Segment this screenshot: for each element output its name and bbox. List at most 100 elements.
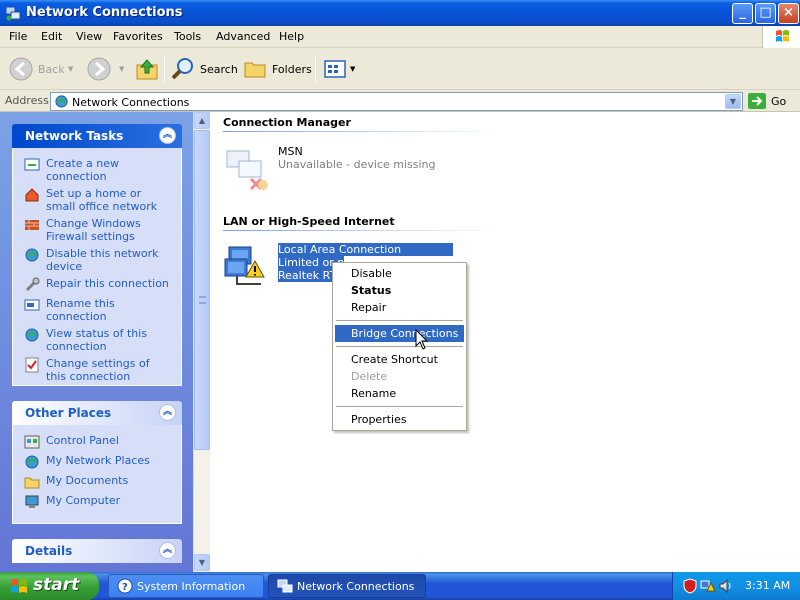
expand-icon[interactable]: ︽ (159, 542, 176, 559)
address-value: Network Connections (72, 96, 190, 109)
search-button[interactable]: Search (170, 54, 238, 84)
place-network-places[interactable]: My Network Places (24, 454, 173, 470)
msn-connection-icon (226, 150, 268, 191)
folders-button[interactable]: Folders (242, 54, 312, 84)
msn-status: Unavailable - device missing (278, 158, 436, 171)
menu-file[interactable]: File (9, 30, 27, 43)
settings-icon (25, 357, 39, 373)
task-view-status[interactable]: View status of this connection (24, 327, 173, 353)
connections-view: Connection Manager MSN Unavailable - dev… (210, 112, 800, 572)
up-folder-button[interactable] (134, 54, 164, 84)
forward-button[interactable] (86, 54, 116, 84)
details-header[interactable]: Details ︽ (12, 539, 182, 563)
network-tasks-header[interactable]: Network Tasks ︽ (12, 124, 182, 148)
lan-device: Realtek RT (278, 269, 337, 282)
menu-separator (336, 320, 463, 321)
volume-icon[interactable] (718, 578, 734, 594)
forward-arrow-icon (87, 57, 111, 81)
minimize-button[interactable]: _ (732, 3, 753, 24)
other-places-title: Other Places (25, 406, 112, 420)
back-dropdown-icon[interactable]: ▼ (68, 65, 73, 73)
menu-favorites[interactable]: Favorites (113, 30, 163, 43)
go-arrow-icon (748, 93, 766, 109)
menu-item-create-shortcut[interactable]: Create Shortcut (335, 351, 464, 368)
collapse-icon[interactable]: ︽ (159, 404, 176, 421)
start-label: start (33, 575, 80, 595)
menu-edit[interactable]: Edit (41, 30, 62, 43)
security-shield-icon[interactable] (682, 578, 698, 594)
control-panel-icon (24, 435, 40, 449)
system-tray: 3:31 AM (672, 572, 800, 600)
task-change-settings[interactable]: Change settings of this connection (24, 357, 173, 383)
place-control-panel[interactable]: Control Panel (24, 434, 173, 450)
taskbar-button-system-information[interactable]: ? System Information (108, 574, 264, 598)
menu-view[interactable]: View (76, 30, 102, 43)
scroll-down-button[interactable]: ▼ (194, 554, 210, 571)
context-menu: Disable Status Repair Bridge Connections… (332, 262, 467, 431)
up-folder-icon (136, 59, 158, 80)
task-home-network[interactable]: Set up a home or small office network (24, 187, 173, 213)
title-bar[interactable]: Network Connections _ □ × (0, 0, 800, 26)
task-disable-device[interactable]: Disable this network device (24, 247, 173, 273)
menu-item-status[interactable]: Status (335, 282, 464, 299)
close-button[interactable]: × (778, 3, 799, 24)
menu-advanced[interactable]: Advanced (216, 30, 270, 43)
address-input[interactable]: Network Connections ▼ (50, 92, 743, 111)
maximize-button[interactable]: □ (755, 3, 776, 24)
views-button[interactable]: ▼ (322, 54, 355, 84)
menu-item-disable[interactable]: Disable (335, 265, 464, 282)
other-places-box: Other Places ︽ Control Panel My Network … (12, 401, 182, 524)
computer-icon (25, 495, 39, 508)
task-create-connection[interactable]: Create a new connection (24, 157, 173, 183)
taskbar-button-network-connections[interactable]: Network Connections (268, 574, 426, 598)
go-button[interactable]: Go (748, 93, 786, 109)
menu-help[interactable]: Help (279, 30, 304, 43)
menu-bar: File Edit View Favorites Tools Advanced … (0, 26, 800, 48)
folders-icon (244, 62, 266, 78)
lan-name: Local Area Connection (278, 243, 454, 256)
network-warning-icon[interactable] (700, 578, 716, 594)
place-computer[interactable]: My Computer (24, 494, 173, 510)
home-network-icon (25, 188, 39, 202)
menu-item-bridge-connections[interactable]: Bridge Connections (335, 325, 464, 342)
help-icon: ? (117, 578, 133, 594)
new-connection-icon (24, 158, 40, 171)
lan-connection-icon (224, 246, 265, 285)
menu-item-properties[interactable]: Properties (335, 411, 464, 428)
forward-dropdown-icon[interactable]: ▼ (119, 65, 124, 73)
toolbar-separator (315, 56, 316, 82)
views-dropdown-icon: ▼ (350, 65, 356, 73)
group-divider (223, 230, 503, 231)
menu-item-rename[interactable]: Rename (335, 385, 464, 402)
toolbar: Back ▼ ▼ Search Folders ▼ (0, 48, 800, 90)
menu-item-repair[interactable]: Repair (335, 299, 464, 316)
task-firewall[interactable]: Change Windows Firewall settings (24, 217, 173, 243)
task-pane: Network Tasks ︽ Create a new connection … (0, 112, 193, 572)
msn-name: MSN (278, 145, 303, 158)
network-connections-icon (55, 95, 68, 108)
other-places-header[interactable]: Other Places ︽ (12, 401, 182, 425)
back-button[interactable]: Back (8, 54, 65, 84)
place-documents[interactable]: My Documents (24, 474, 173, 490)
mouse-cursor-icon (415, 329, 429, 350)
collapse-icon[interactable]: ︽ (159, 127, 176, 144)
menu-separator (336, 346, 463, 347)
scroll-up-button[interactable]: ▲ (194, 112, 210, 129)
search-icon (171, 58, 193, 80)
scroll-thumb[interactable] (194, 130, 210, 450)
menu-tools[interactable]: Tools (174, 30, 201, 43)
task-pane-scrollbar[interactable]: ▲ ▼ (193, 112, 210, 572)
repair-icon (25, 277, 40, 292)
clock[interactable]: 3:31 AM (745, 579, 790, 592)
menu-separator (336, 406, 463, 407)
task-rename[interactable]: Rename this connection (24, 297, 173, 323)
details-box: Details ︽ (12, 539, 182, 563)
task-repair[interactable]: Repair this connection (24, 277, 173, 293)
status-icon (25, 328, 39, 342)
address-label: Address (5, 94, 49, 107)
address-dropdown-button[interactable]: ▼ (725, 94, 741, 109)
network-tasks-box: Network Tasks ︽ Create a new connection … (12, 124, 182, 386)
network-places-icon (25, 455, 39, 469)
start-button[interactable]: start (0, 572, 99, 600)
documents-icon (24, 477, 40, 489)
